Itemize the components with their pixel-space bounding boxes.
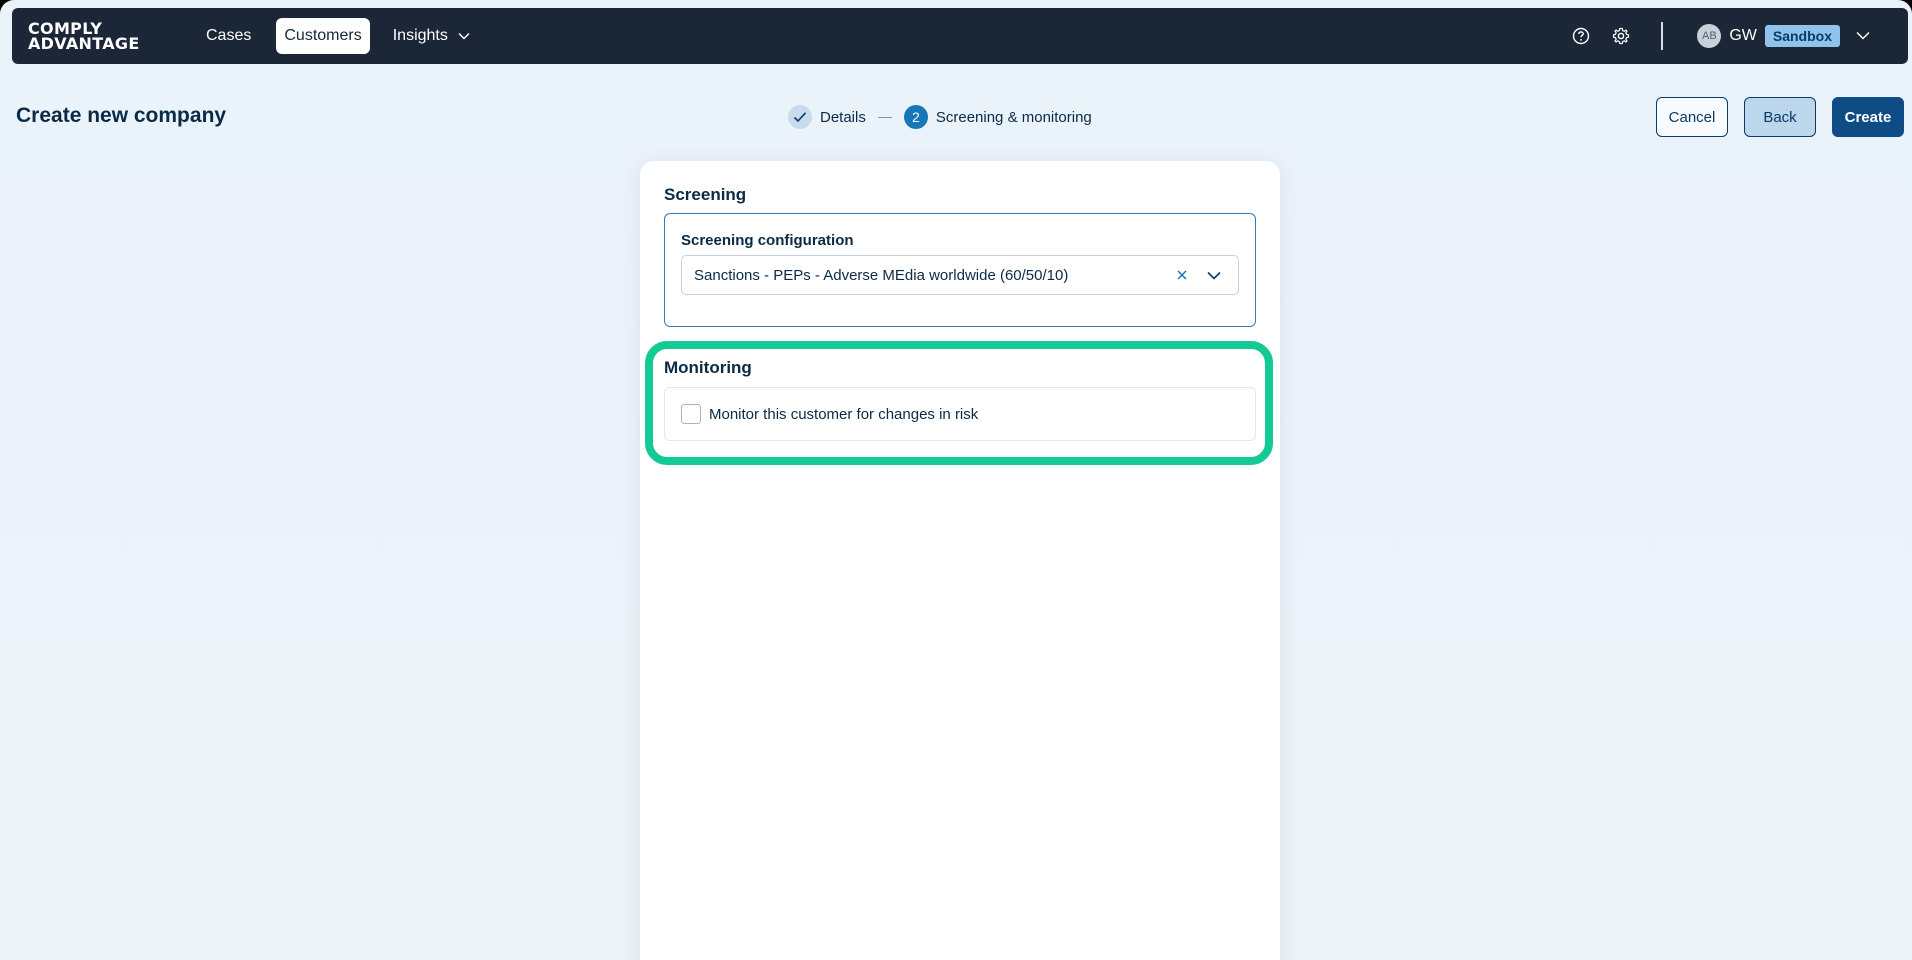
screening-section-title: Screening bbox=[664, 185, 747, 204]
step-number-badge: 2 bbox=[903, 105, 928, 129]
step-label-screening: Screening & monitoring bbox=[935, 108, 1092, 126]
account-name[interactable]: GW bbox=[1729, 27, 1757, 45]
step-complete-check-icon bbox=[788, 105, 812, 129]
clear-selection-close-icon[interactable] bbox=[1170, 263, 1194, 287]
help-icon[interactable] bbox=[1567, 22, 1595, 50]
select-chevron-down-icon[interactable] bbox=[1202, 263, 1226, 287]
step-label-details: Details bbox=[820, 108, 866, 126]
stepper: Details 2 Screening & monitoring bbox=[788, 104, 1092, 130]
nav-item-insights[interactable]: Insights bbox=[385, 18, 478, 54]
monitoring-section-title: Monitoring bbox=[664, 358, 752, 377]
logo-line-2: ADVANTAGE bbox=[28, 34, 140, 53]
create-button[interactable]: Create bbox=[1832, 97, 1904, 137]
monitor-customer-checkbox[interactable] bbox=[681, 404, 701, 424]
screening-config-label: Screening configuration bbox=[681, 232, 854, 249]
nav-item-cases[interactable]: Cases bbox=[198, 18, 259, 54]
environment-badge: Sandbox bbox=[1764, 25, 1840, 47]
logo[interactable]: COMPLY ADVANTAGE bbox=[28, 21, 168, 53]
nav-item-customers[interactable]: Customers bbox=[276, 18, 370, 54]
monitor-customer-label[interactable]: Monitor this customer for changes in ris… bbox=[709, 406, 978, 423]
app-window: COMPLY ADVANTAGE Cases Customers Insight… bbox=[0, 0, 1912, 960]
nav-divider bbox=[1661, 22, 1664, 50]
page-title: Create new company bbox=[16, 104, 227, 127]
gear-icon[interactable] bbox=[1607, 22, 1635, 50]
cancel-button[interactable]: Cancel bbox=[1656, 97, 1728, 137]
nav-item-insights-label: Insights bbox=[392, 27, 448, 44]
screening-config-box: Screening configuration Sanctions - PEPs… bbox=[664, 213, 1256, 327]
screening-config-select[interactable]: Sanctions - PEPs - Adverse MEdia worldwi… bbox=[681, 255, 1239, 295]
back-button[interactable]: Back bbox=[1744, 97, 1816, 137]
chevron-down-icon bbox=[458, 27, 470, 45]
avatar[interactable]: AB bbox=[1697, 24, 1722, 48]
step-separator bbox=[877, 116, 892, 118]
screening-config-value: Sanctions - PEPs - Adverse MEdia worldwi… bbox=[694, 266, 1069, 284]
nav-right-group: AB GW Sandbox bbox=[1567, 8, 1908, 64]
monitoring-option-box: Monitor this customer for changes in ris… bbox=[664, 387, 1256, 441]
form-card: Screening Screening configuration Sancti… bbox=[640, 161, 1280, 960]
top-navbar: COMPLY ADVANTAGE Cases Customers Insight… bbox=[12, 8, 1908, 64]
account-menu-chevron-down-icon[interactable] bbox=[1856, 27, 1870, 45]
